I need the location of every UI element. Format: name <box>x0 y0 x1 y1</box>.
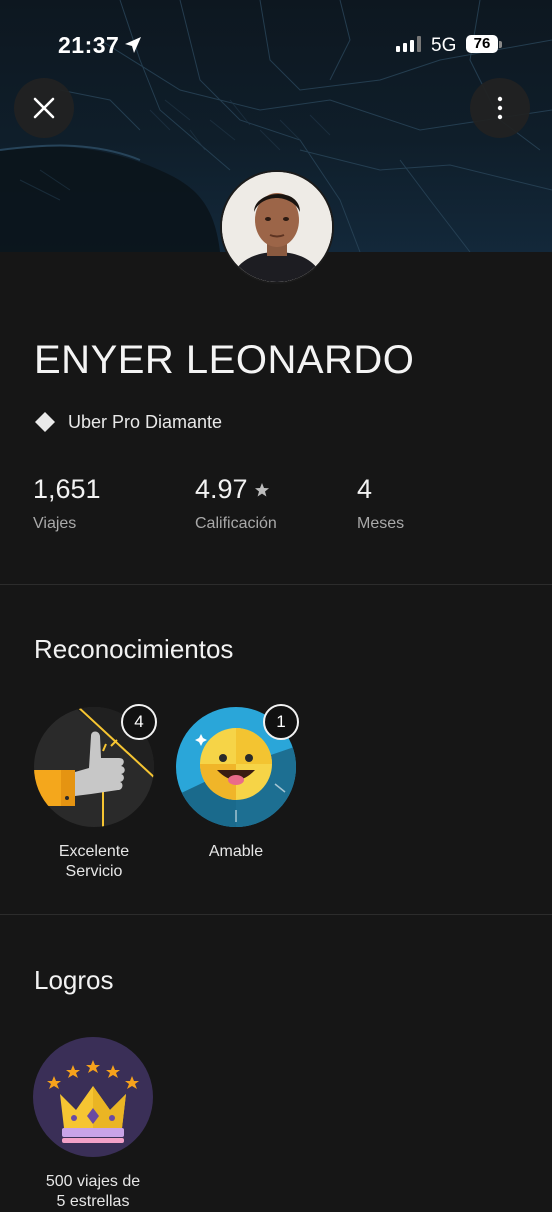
badge-caption: Amable <box>208 843 264 860</box>
battery-level: 76 <box>466 35 498 53</box>
stat-label: Meses <box>357 515 405 532</box>
location-arrow-icon <box>124 36 142 59</box>
badge-caption: Excelente <box>58 843 130 860</box>
badge-caption: Servicio <box>65 863 123 880</box>
stat-months: 4 Meses <box>357 474 404 533</box>
stat-value: 4.97 <box>195 474 248 504</box>
more-options-button[interactable] <box>470 78 530 138</box>
achievement-caption: 500 viajes de <box>45 1173 141 1190</box>
stat-label: Calificación <box>195 515 277 532</box>
achievements-title: Logros <box>34 965 114 995</box>
network-type: 5G <box>431 35 457 56</box>
close-button[interactable] <box>14 78 74 138</box>
achievement-500-five-star-trips[interactable]: 500 viajes de 5 estrellas <box>32 1036 154 1212</box>
star-icon <box>254 482 269 496</box>
diamond-icon <box>35 412 55 432</box>
badge-friendly[interactable]: 1 Amable <box>175 704 299 862</box>
close-icon <box>33 97 55 119</box>
stat-label: Viajes <box>33 515 77 532</box>
divider <box>0 584 552 585</box>
crown-badge-icon <box>33 1037 153 1157</box>
status-time: 21:37 <box>58 32 120 58</box>
tier-row: Uber Pro Diamante <box>34 410 222 434</box>
stat-value: 4 <box>357 474 373 504</box>
status-bar: 21:37 5G 76 <box>0 0 552 90</box>
more-vertical-icon <box>497 96 503 120</box>
stat-value: 1,651 <box>33 474 101 504</box>
badge-excellent-service[interactable]: 4 Excelente Servicio <box>33 704 157 882</box>
tier-label: Uber Pro Diamante <box>68 411 223 432</box>
profile-photo <box>222 172 332 282</box>
battery-icon <box>499 41 502 48</box>
recognitions-title: Reconocimientos <box>34 634 234 664</box>
avatar <box>220 170 334 284</box>
stat-rating: 4.97 Calificación <box>195 474 277 533</box>
stat-trips: 1,651 Viajes <box>33 474 101 533</box>
recognition-count: 1 <box>263 704 299 740</box>
recognition-count: 4 <box>121 704 157 740</box>
achievement-caption: 5 estrellas <box>56 1193 130 1210</box>
divider <box>0 914 552 915</box>
cellular-signal-icon <box>396 36 424 57</box>
driver-name: ENYER LEONARDO <box>34 338 415 382</box>
